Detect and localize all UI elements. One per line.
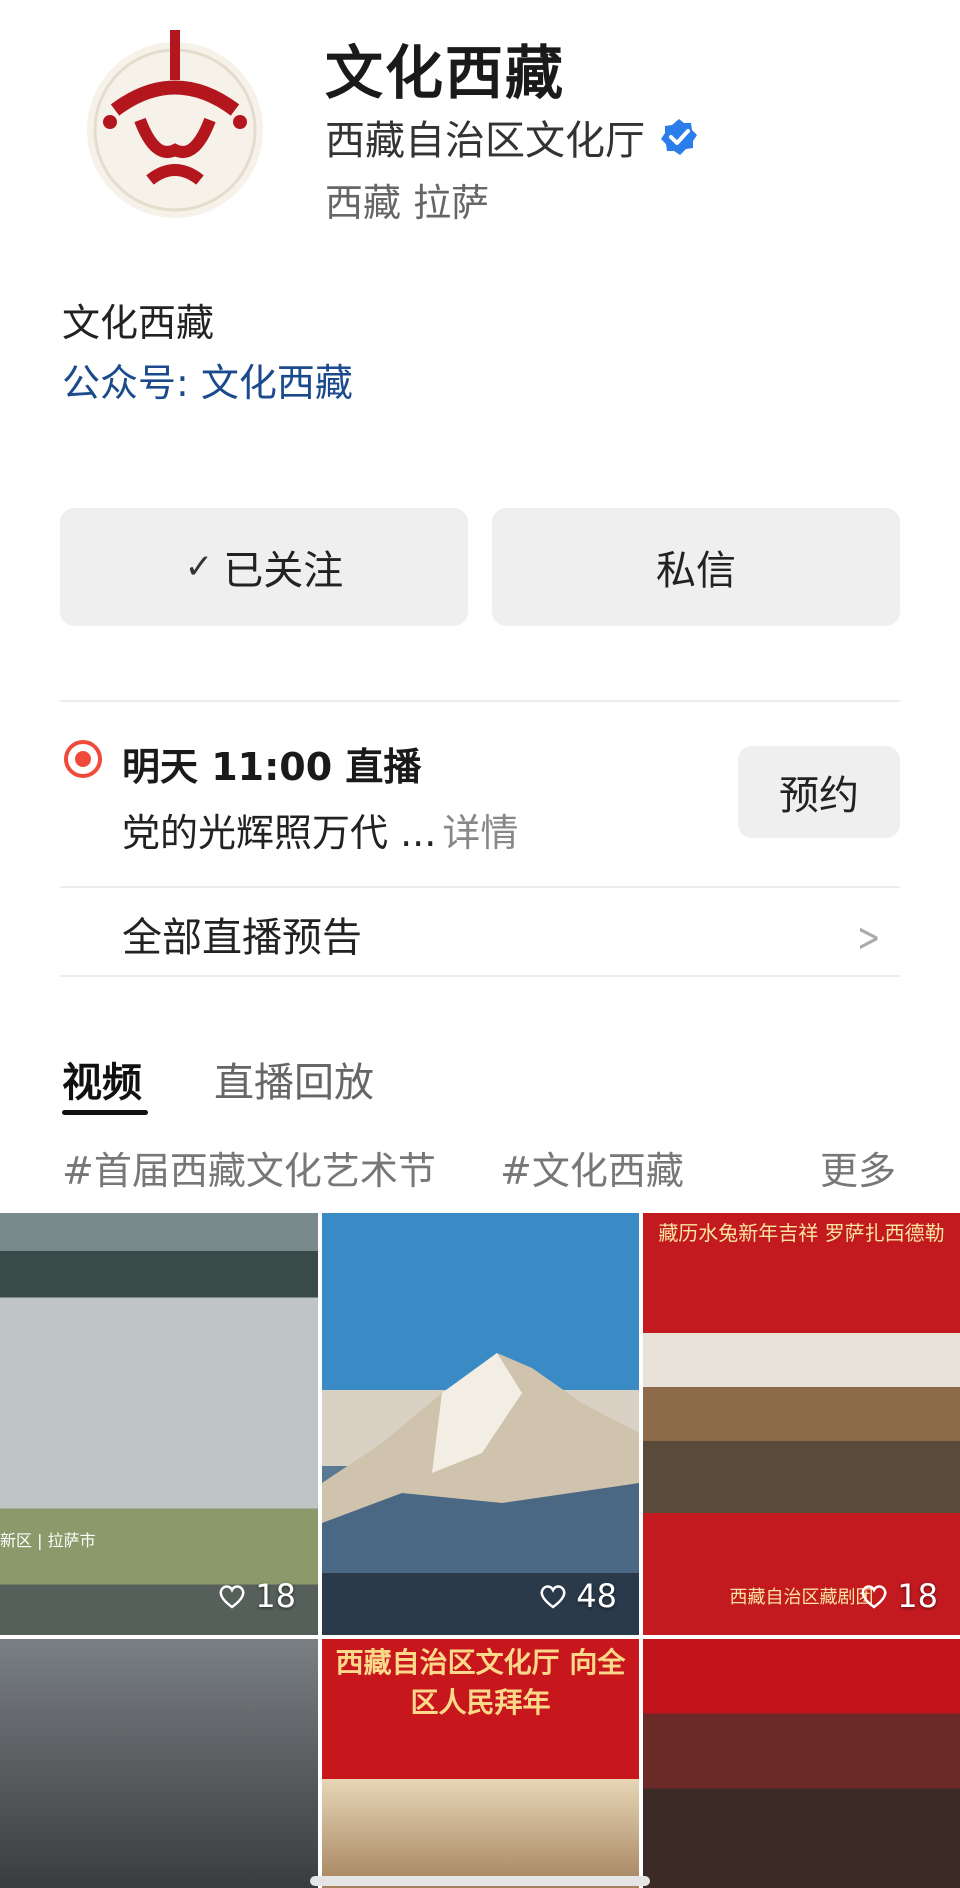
divider — [60, 700, 900, 702]
video-likes: 48 — [538, 1577, 617, 1615]
heart-icon — [219, 1585, 245, 1609]
live-record-icon — [64, 740, 102, 778]
profile-name: 文化西藏 — [325, 39, 566, 107]
profile-organization: 西藏自治区文化厅 — [325, 108, 699, 166]
video-thumbnail[interactable]: 西藏自治区文化厅 向全区人民拜年 — [322, 1639, 639, 1888]
video-thumbnail[interactable]: 新区 | 拉萨市 18 — [0, 1213, 318, 1635]
following-label: 已关注 — [223, 548, 344, 594]
tab-live-replay[interactable]: 直播回放 — [214, 1050, 374, 1108]
live-time: 明天 11:00 直播 — [122, 745, 422, 789]
live-detail-link[interactable]: 详情 — [442, 811, 518, 855]
message-label: 私信 — [656, 548, 736, 594]
avatar[interactable] — [80, 10, 270, 230]
mountain-image — [322, 1353, 639, 1573]
stage-image — [643, 1333, 960, 1513]
tags-more-button[interactable]: 更多 — [820, 1140, 896, 1195]
likes-count: 18 — [255, 1577, 296, 1615]
organization-label: 西藏自治区文化厅 — [325, 118, 645, 164]
official-account-link[interactable]: 公众号: 文化西藏 — [62, 352, 353, 407]
tag-culture-tibet[interactable]: #文化西藏 — [500, 1140, 684, 1195]
video-thumbnail[interactable] — [643, 1639, 960, 1888]
profile-header: 文化西藏 西藏自治区文化厅 西藏 拉萨 — [0, 0, 960, 250]
video-caption: 西藏自治区文化厅 向全区人民拜年 — [335, 1646, 626, 1719]
reserve-button[interactable]: 预约 — [738, 746, 900, 838]
likes-count: 48 — [576, 1577, 617, 1615]
live-description[interactable]: 党的光辉照万代 ... 详情 — [122, 802, 518, 857]
divider — [60, 886, 900, 888]
video-caption: 藏历水兔新年吉祥 罗萨扎西德勒 — [658, 1221, 945, 1245]
video-likes: 18 — [217, 1577, 296, 1615]
performance-image — [322, 1779, 639, 1888]
live-title: 党的光辉照万代 ... — [122, 811, 437, 855]
home-indicator[interactable] — [310, 1876, 650, 1886]
chevron-right-icon[interactable]: > — [857, 915, 880, 961]
video-thumbnail[interactable]: 48 — [322, 1213, 639, 1635]
verified-badge-icon — [661, 119, 697, 155]
emblem-logo-icon — [87, 30, 263, 218]
tab-videos[interactable]: 视频 — [62, 1050, 142, 1108]
video-thumbnail[interactable]: 藏历水兔新年吉祥 罗萨扎西德勒 西藏自治区藏剧团 18 — [643, 1213, 960, 1635]
divider — [60, 975, 900, 977]
video-grid: 新区 | 拉萨市 18 48 藏历水兔新年吉祥 罗萨扎西德勒 西藏自治区藏剧团 … — [0, 1213, 960, 1888]
video-thumbnail[interactable] — [0, 1639, 318, 1888]
video-likes: 18 — [859, 1577, 938, 1615]
check-icon: ✓ — [184, 547, 214, 587]
heart-icon — [861, 1585, 887, 1609]
video-overlay-text: 新区 | 拉萨市 — [0, 1531, 96, 1550]
message-button[interactable]: 私信 — [492, 508, 900, 626]
heart-icon — [540, 1585, 566, 1609]
following-button[interactable]: ✓ 已关注 — [60, 508, 468, 626]
tag-culture-festival[interactable]: #首届西藏文化艺术节 — [62, 1140, 436, 1195]
active-tab-indicator — [62, 1110, 148, 1115]
bio-name: 文化西藏 — [62, 301, 215, 345]
profile-location: 西藏 拉萨 — [325, 181, 490, 225]
all-live-previews[interactable]: 全部直播预告 — [122, 905, 362, 963]
likes-count: 18 — [897, 1577, 938, 1615]
reserve-label: 预约 — [779, 773, 859, 819]
